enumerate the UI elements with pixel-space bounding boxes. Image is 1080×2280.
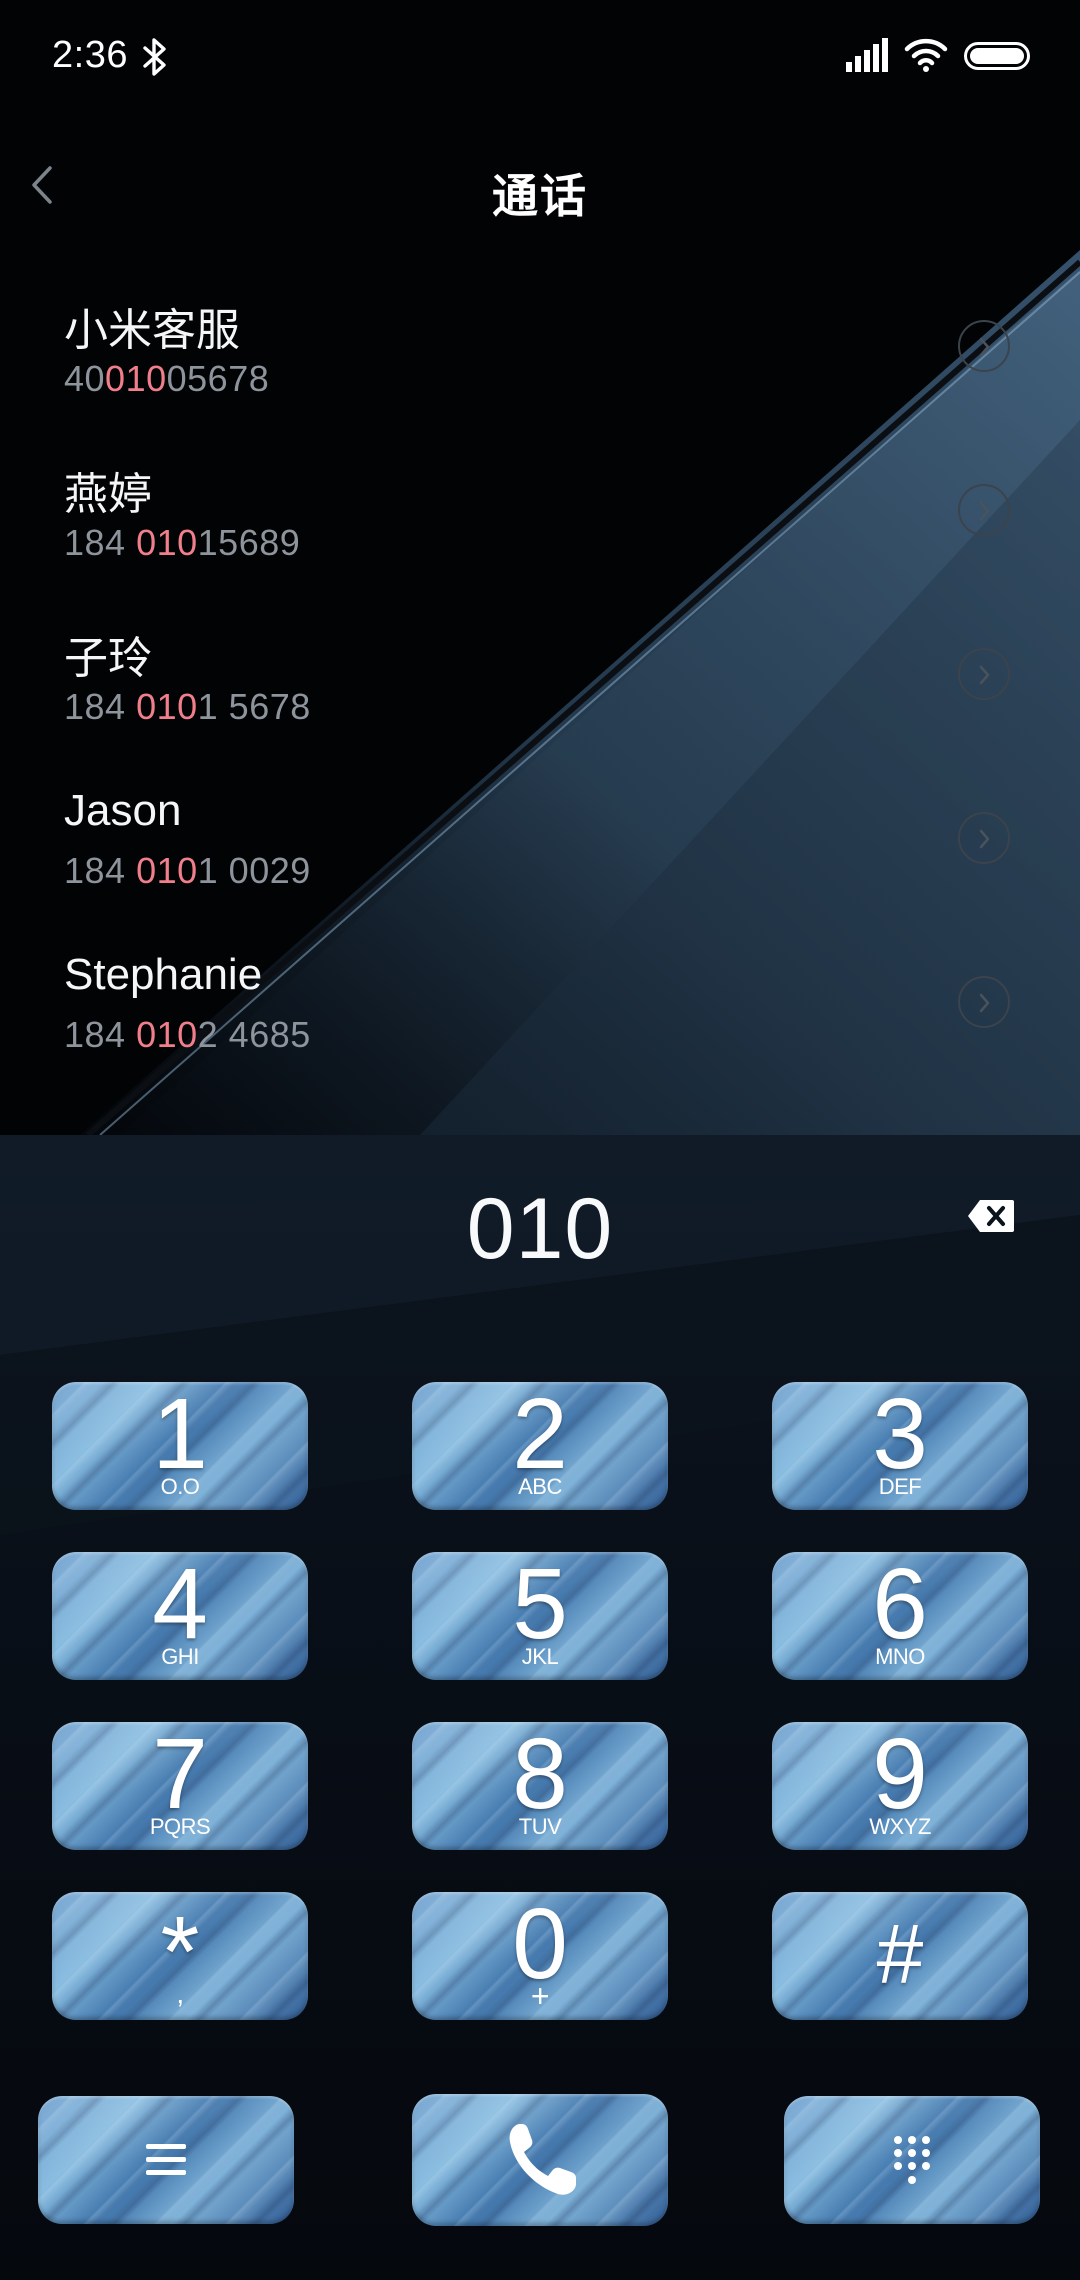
backspace-icon[interactable] <box>966 1198 1016 1234</box>
contact-name: 小米客服 <box>64 306 240 355</box>
contact-detail-button[interactable] <box>958 812 1010 864</box>
chevron-right-icon <box>979 829 990 849</box>
chevron-right-icon <box>979 993 990 1013</box>
contact-detail-button[interactable] <box>958 320 1010 372</box>
call-button[interactable] <box>412 2094 668 2226</box>
status-bar: 2:36 <box>0 0 1080 118</box>
cellular-signal-icon <box>846 38 888 72</box>
key-1[interactable]: 1 O.O <box>52 1382 308 1510</box>
key-9[interactable]: 9 WXYZ <box>772 1722 1028 1850</box>
contact-number: 184 0101 0029 <box>64 850 311 891</box>
key-8[interactable]: 8 TUV <box>412 1722 668 1850</box>
key-7[interactable]: 7 PQRS <box>52 1722 308 1850</box>
key-star[interactable]: * , <box>52 1892 308 2020</box>
match-highlight: 010 <box>136 1014 198 1055</box>
page-title: 通话 <box>492 170 588 222</box>
chevron-right-icon <box>979 337 990 357</box>
key-0[interactable]: 0 + <box>412 1892 668 2020</box>
match-highlight: 010 <box>105 358 167 399</box>
chevron-right-icon <box>979 501 990 521</box>
key-hash[interactable]: # <box>772 1892 1028 2020</box>
key-5[interactable]: 5 JKL <box>412 1552 668 1680</box>
contact-detail-button[interactable] <box>958 976 1010 1028</box>
contact-row[interactable]: 小米客服 4001005678 <box>0 270 1080 434</box>
bluetooth-icon <box>143 38 166 76</box>
contact-number: 4001005678 <box>64 358 270 399</box>
contact-row[interactable]: Stephanie 184 0102 4685 <box>0 926 1080 1090</box>
match-highlight: 010 <box>136 850 198 891</box>
key-6[interactable]: 6 MNO <box>772 1552 1028 1680</box>
contact-detail-button[interactable] <box>958 648 1010 700</box>
menu-icon <box>146 2144 186 2175</box>
contact-row[interactable]: 燕婷 184 01015689 <box>0 434 1080 598</box>
match-highlight: 010 <box>136 686 198 727</box>
contact-name: 子玲 <box>64 634 152 683</box>
key-2[interactable]: 2 ABC <box>412 1382 668 1510</box>
dial-input-display: 010 <box>466 1181 614 1277</box>
match-highlight: 010 <box>136 522 198 563</box>
contact-row[interactable]: 子玲 184 0101 5678 <box>0 598 1080 762</box>
chevron-right-icon <box>979 665 990 685</box>
contact-name: Jason <box>64 786 182 835</box>
status-time: 2:36 <box>52 34 128 76</box>
contact-name: Stephanie <box>64 950 263 999</box>
key-4[interactable]: 4 GHI <box>52 1552 308 1680</box>
contact-detail-button[interactable] <box>958 484 1010 536</box>
contact-number: 184 0102 4685 <box>64 1014 311 1055</box>
battery-icon <box>964 42 1030 70</box>
menu-button[interactable] <box>38 2096 294 2224</box>
wifi-icon <box>904 38 948 72</box>
contact-name: 燕婷 <box>64 470 152 519</box>
contact-number: 184 0101 5678 <box>64 686 311 727</box>
dialpad-icon <box>894 2136 930 2184</box>
key-3[interactable]: 3 DEF <box>772 1382 1028 1510</box>
contact-row[interactable]: Jason 184 0101 0029 <box>0 762 1080 926</box>
phone-call-icon <box>509 2124 576 2195</box>
contact-number: 184 01015689 <box>64 522 301 563</box>
dialpad-toggle-button[interactable] <box>784 2096 1040 2224</box>
